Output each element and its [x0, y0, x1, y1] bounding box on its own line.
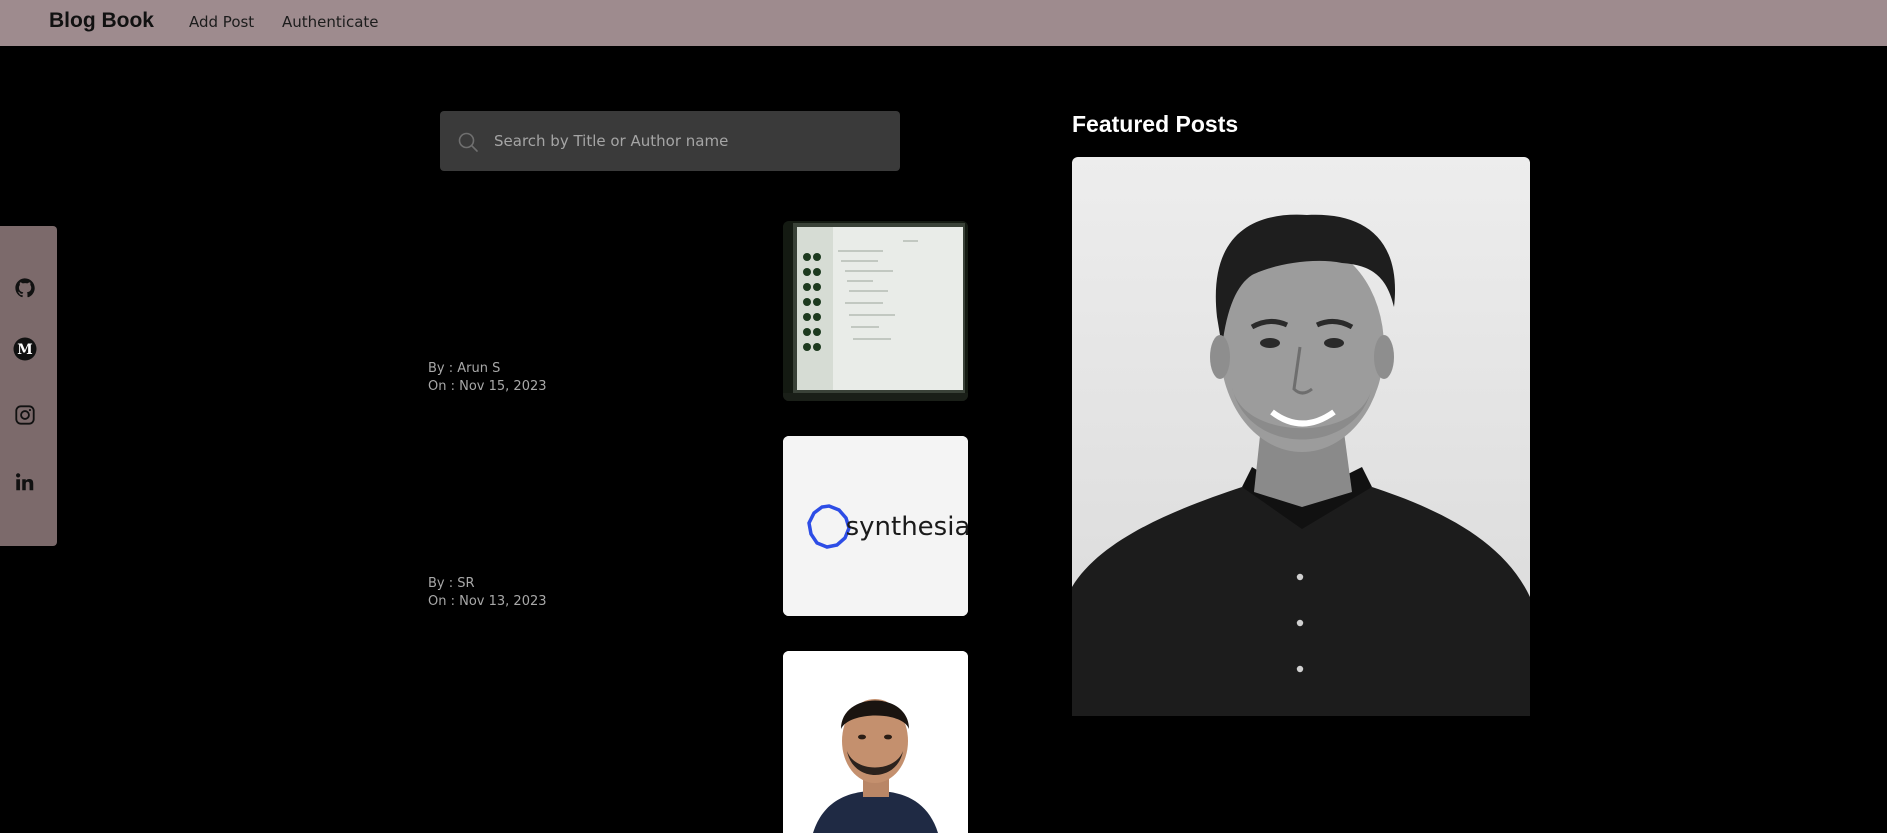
- featured-posts-heading: Featured Posts: [1072, 111, 1239, 137]
- medium-icon[interactable]: M: [13, 337, 37, 361]
- social-sidebar: [0, 226, 57, 546]
- nav-authenticate[interactable]: Authenticate: [282, 13, 379, 31]
- post-date: On : Nov 15, 2023: [428, 379, 547, 394]
- instagram-icon[interactable]: [13, 403, 37, 427]
- post-thumbnail-synthesia[interactable]: synthesia: [783, 436, 968, 616]
- top-navbar: Blog Book Add Post Authenticate: [0, 0, 1887, 46]
- post-meta: By : Arun S On : Nov 15, 2023: [428, 360, 547, 396]
- search-icon: [456, 130, 480, 154]
- search-input[interactable]: [492, 111, 887, 171]
- post-date: On : Nov 13, 2023: [428, 594, 547, 609]
- post-author: By : SR: [428, 576, 475, 591]
- featured-post-image[interactable]: [1072, 157, 1530, 716]
- post-author: By : Arun S: [428, 361, 501, 376]
- github-icon[interactable]: [13, 276, 37, 300]
- svg-text:M: M: [17, 342, 33, 358]
- post-meta: By : SR On : Nov 13, 2023: [428, 575, 547, 611]
- post-thumbnail-screen[interactable]: [783, 221, 968, 401]
- post-thumbnail-portrait[interactable]: [783, 651, 968, 833]
- search-bar: [440, 111, 900, 171]
- brand-logo[interactable]: Blog Book: [49, 9, 154, 33]
- linkedin-icon[interactable]: [13, 470, 37, 494]
- nav-add-post[interactable]: Add Post: [189, 13, 254, 31]
- synthesia-logo-text: synthesia: [846, 512, 968, 542]
